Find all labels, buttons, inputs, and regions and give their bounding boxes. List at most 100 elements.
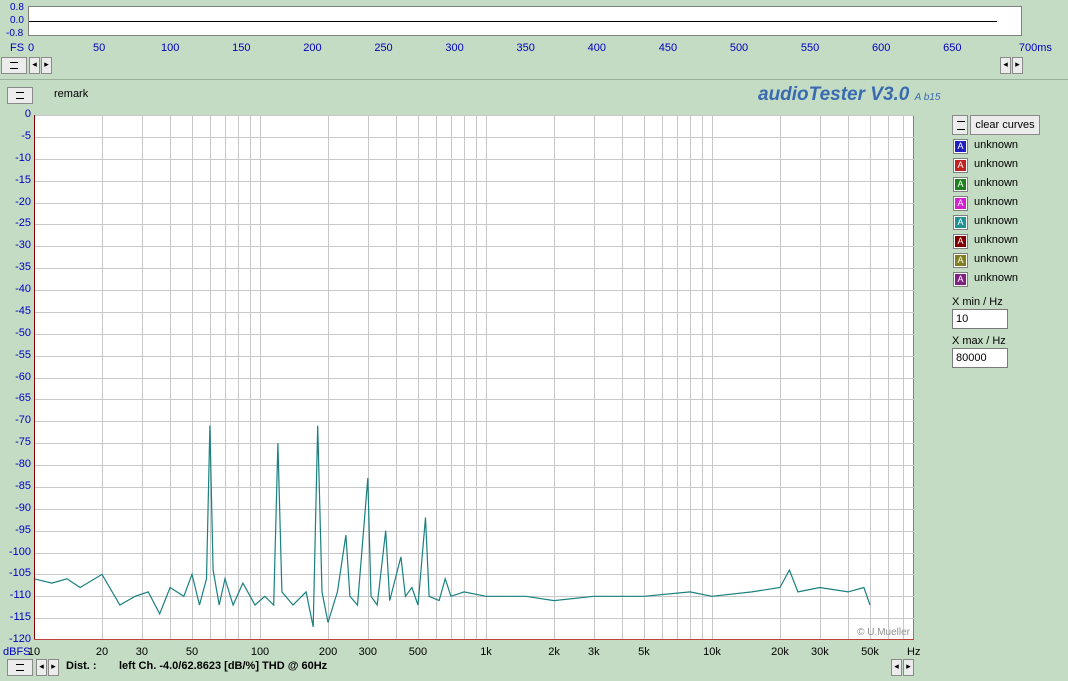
watermark: © U.Mueller	[857, 627, 911, 638]
y-tick-label: -25	[15, 217, 31, 230]
y-tick-label: -70	[15, 414, 31, 427]
curve-swatch-icon[interactable]: A	[953, 234, 968, 249]
remark-label: remark	[54, 88, 89, 100]
y-tick-label: -110	[9, 589, 31, 602]
x-tick-label: 30	[135, 646, 148, 658]
clear-curves-button[interactable]: clear curves	[970, 115, 1040, 135]
time-pan-left[interactable]: ◂	[1000, 57, 1011, 74]
time-scroll-left[interactable]: ◂	[29, 57, 40, 74]
fs-label: FS	[10, 42, 25, 54]
divider	[0, 79, 1068, 80]
xmin-field[interactable]: 10	[952, 309, 1008, 329]
x-tick-label: 3k	[588, 646, 600, 658]
y-tick-label: -20	[15, 195, 31, 208]
x-tick-label: 100	[250, 646, 270, 658]
time-tick-label: 450	[658, 42, 678, 54]
time-tick-label: 0	[28, 42, 35, 54]
time-tick-label: 600	[872, 42, 891, 54]
brand-title: audioTester V3.0 A b15	[758, 84, 940, 106]
time-y-top: 0.8	[10, 2, 24, 13]
y-tick-label: -95	[15, 523, 31, 536]
x-tick-label: 20	[95, 646, 109, 658]
y-tick-label: -10	[15, 151, 31, 164]
footer-scroll-left[interactable]: ◂	[36, 659, 47, 676]
curve-swatch-icon[interactable]: A	[953, 196, 968, 211]
time-plot[interactable]	[28, 6, 1022, 36]
x-tick-label: 2k	[548, 646, 560, 658]
spectrum-chart[interactable]: © U.Mueller	[34, 115, 914, 640]
curve-swatch-icon[interactable]: A	[953, 139, 968, 154]
time-tick-label: 50	[92, 42, 106, 54]
dist-label: Dist. :	[66, 660, 97, 672]
curve-label: unknown	[974, 234, 1019, 246]
status-text: left Ch. -4.0/62.8623 [dB/%] THD @ 60Hz	[119, 660, 328, 672]
y-unit-label: dBFS	[3, 646, 31, 658]
y-tick-label: -100	[8, 545, 31, 558]
time-tick-label: 700ms	[1018, 42, 1052, 54]
remark-spinner[interactable]	[7, 87, 33, 104]
xmin-label: X min / Hz	[952, 296, 1003, 308]
curve-label: unknown	[974, 253, 1019, 265]
y-tick-label: -90	[15, 501, 31, 514]
time-tick-label: 100	[161, 42, 180, 54]
time-tick-label: 300	[445, 42, 464, 54]
y-tick-label: 0	[24, 108, 31, 120]
curve-label: unknown	[974, 177, 1019, 189]
xmax-field[interactable]: 80000	[952, 348, 1008, 368]
time-tick-label: 250	[374, 42, 393, 54]
curve-swatch-icon[interactable]: A	[953, 158, 968, 173]
x-tick-label: 10k	[703, 646, 721, 658]
y-tick-label: -85	[15, 479, 31, 492]
time-tick-label: 550	[800, 42, 820, 54]
pan-left-button[interactable]: ◂	[891, 659, 902, 676]
x-unit-label: Hz	[907, 646, 921, 658]
brand-name: audioTester V3.0	[758, 84, 910, 105]
x-tick-label: 20k	[771, 646, 789, 658]
y-tick-label: -30	[15, 239, 31, 252]
time-trace	[29, 21, 997, 22]
time-zoom-spinner[interactable]	[1, 57, 27, 74]
y-tick-label: -115	[9, 611, 31, 624]
time-tick-label: 200	[303, 42, 322, 54]
y-tick-label: -120	[8, 633, 31, 645]
time-tick-label: 350	[516, 42, 535, 54]
y-tick-label: -75	[15, 436, 31, 449]
y-tick-label: -55	[15, 348, 31, 361]
curve-swatch-icon[interactable]: A	[953, 215, 968, 230]
brand-version: A b15	[914, 92, 941, 103]
y-tick-label: -65	[15, 392, 31, 405]
time-y-mid: 0.0	[10, 15, 24, 26]
curve-swatch-icon[interactable]: A	[953, 253, 968, 268]
curve-swatch-icon[interactable]: A	[953, 177, 968, 192]
x-tick-label: 300	[358, 646, 378, 658]
footer-spinner[interactable]	[7, 659, 33, 676]
curve-label: unknown	[974, 272, 1019, 284]
time-tick-label: 500	[729, 42, 749, 54]
x-tick-label: 50k	[861, 646, 879, 658]
time-tick-label: 150	[232, 42, 251, 54]
y-tick-label: -5	[21, 129, 31, 142]
y-tick-label: -105	[8, 567, 31, 580]
y-tick-label: -15	[15, 173, 31, 186]
legend-spinner[interactable]	[952, 115, 968, 135]
x-tick-label: 5k	[638, 646, 650, 658]
y-tick-label: -60	[15, 370, 31, 383]
y-tick-label: -35	[15, 261, 31, 274]
time-scroll-right[interactable]: ▸	[41, 57, 52, 74]
footer-scroll-right[interactable]: ▸	[48, 659, 59, 676]
y-tick-label: -50	[15, 326, 31, 339]
time-pan-right[interactable]: ▸	[1012, 57, 1023, 74]
time-tick-label: 400	[587, 42, 606, 54]
x-tick-label: 1k	[480, 646, 492, 658]
plot-background	[34, 115, 914, 640]
pan-right-button[interactable]: ▸	[903, 659, 914, 676]
xmax-label: X max / Hz	[952, 335, 1006, 347]
curve-swatch-icon[interactable]: A	[953, 272, 968, 287]
curve-label: unknown	[974, 215, 1019, 227]
y-tick-label: -45	[15, 304, 31, 317]
curve-label: unknown	[974, 196, 1019, 208]
time-y-bottom: -0.8	[6, 28, 24, 39]
time-tick-label: 650	[943, 42, 962, 54]
y-tick-label: -80	[15, 458, 31, 470]
x-tick-label: 200	[318, 646, 338, 658]
